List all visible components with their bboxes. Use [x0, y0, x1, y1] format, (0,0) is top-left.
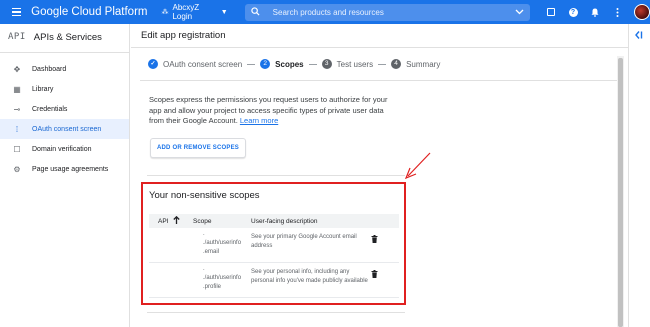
right-panel [628, 24, 650, 327]
notifications-icon[interactable] [590, 7, 600, 17]
step-number: 2 [260, 59, 271, 69]
top-bar: Google Cloud Platform ⁂ AbcxyZ Login ▼ S… [0, 0, 650, 24]
expand-panel-icon[interactable] [634, 30, 644, 43]
table-header: API Scope User-facing description [149, 214, 399, 228]
sidebar-title: APIs & Services [33, 31, 102, 43]
key-icon: ⊸ [13, 104, 21, 114]
step-label: Scopes [275, 59, 304, 69]
project-name: AbcxyZ Login [172, 3, 200, 21]
step-separator [378, 63, 387, 65]
cell-api [149, 263, 189, 297]
step-test-users[interactable]: 3 Test users [321, 59, 374, 69]
add-or-remove-scopes-button[interactable]: ADD OR REMOVE SCOPES [150, 138, 246, 158]
verification-icon: ☐ [13, 144, 21, 154]
sidebar-item-label: Dashboard [32, 65, 67, 73]
scopes-section-title: Your non-sensitive scopes [149, 190, 260, 201]
scopes-table: API Scope User-facing description . ./au… [149, 214, 399, 298]
menu-icon[interactable] [12, 7, 22, 17]
step-check-icon: ✓ [148, 59, 158, 69]
sidebar-item-page-usage-agreements[interactable]: ⚙ Page usage agreements [0, 159, 129, 179]
step-separator [247, 63, 256, 65]
scrollbar-thumb[interactable] [618, 58, 623, 327]
sidebar-item-credentials[interactable]: ⊸ Credentials [0, 99, 129, 119]
consent-icon: ⁞ [15, 124, 19, 134]
learn-more-link[interactable]: Learn more [240, 116, 278, 125]
table-row: . ./auth/userinfo .profile See your pers… [149, 263, 399, 298]
sidebar-header: API APIs & Services [0, 24, 129, 50]
step-label: Test users [336, 59, 374, 69]
scopes-description: Scopes express the permissions you reque… [149, 95, 388, 125]
scopes-content: Scopes express the permissions you reque… [140, 80, 621, 327]
sidebar-item-label: Page usage agreements [32, 165, 109, 173]
cell-description: See your primary Google Account email ad… [251, 234, 357, 249]
cell-api [149, 228, 189, 262]
page-title: Edit app registration [131, 24, 628, 48]
help-icon[interactable]: ? [568, 7, 578, 17]
column-header-description: User-facing description [251, 217, 318, 225]
more-vert-icon[interactable] [612, 7, 622, 17]
step-summary[interactable]: 4 Summary [391, 59, 440, 69]
stepper: ✓ OAuth consent screen 2 Scopes 3 Test u… [131, 48, 628, 80]
delete-icon[interactable] [371, 263, 391, 297]
api-logo: API [8, 32, 26, 42]
cell-description: See your personal info, including any pe… [251, 269, 368, 284]
library-icon: ▦ [13, 84, 21, 94]
search-bar[interactable]: Search products and resources [244, 3, 530, 21]
column-header-api[interactable]: API [149, 215, 189, 226]
dashboard-icon: ✥ [13, 64, 21, 74]
non-sensitive-scopes-section: Your non-sensitive scopes API Scope User… [141, 182, 406, 305]
main-content: Edit app registration ✓ OAuth consent sc… [131, 24, 628, 327]
column-header-scope: Scope [193, 217, 212, 225]
avatar[interactable] [634, 4, 650, 20]
step-label: OAuth consent screen [163, 59, 243, 69]
step-oauth-consent-screen[interactable]: ✓ OAuth consent screen [148, 59, 242, 69]
cloud-shell-icon[interactable] [546, 7, 556, 17]
step-number: 4 [391, 59, 402, 69]
caret-down-icon: ▼ [220, 8, 228, 16]
table-row: . ./auth/userinfo .email See your primar… [149, 228, 399, 263]
step-label: Summary [406, 59, 441, 69]
sidebar-item-label: OAuth consent screen [32, 125, 102, 133]
step-scopes[interactable]: 2 Scopes [260, 59, 304, 69]
step-separator [308, 63, 317, 65]
cell-scope: . ./auth/userinfo .profile [203, 266, 242, 290]
delete-icon[interactable] [371, 228, 391, 262]
sidebar-item-domain-verification[interactable]: ☐ Domain verification [0, 139, 129, 159]
sidebar-item-library[interactable]: ▦ Library [0, 79, 129, 99]
project-selector[interactable]: ⁂ AbcxyZ Login ▼ [161, 3, 227, 21]
settings-icon: ⚙ [13, 164, 21, 174]
sidebar-item-label: Domain verification [32, 145, 92, 153]
divider [147, 175, 405, 176]
brand-title[interactable]: Google Cloud Platform [31, 6, 147, 18]
top-icons: ? [546, 4, 650, 20]
sort-arrow-up-icon[interactable] [173, 215, 181, 226]
chevron-down-icon[interactable] [515, 8, 524, 17]
sidebar-item-label: Credentials [32, 105, 68, 113]
search-icon [250, 6, 261, 18]
cell-scope: . ./auth/userinfo .email [203, 231, 242, 255]
sidebar-item-oauth-consent-screen[interactable]: ⁞ OAuth consent screen [0, 119, 129, 139]
step-number: 3 [321, 59, 332, 69]
sidebar-item-label: Library [32, 85, 54, 93]
project-icon: ⁂ [161, 9, 169, 16]
sidebar: API APIs & Services ✥ Dashboard ▦ Librar… [0, 24, 130, 327]
divider [147, 312, 405, 313]
search-input[interactable]: Search products and resources [273, 8, 515, 17]
sidebar-item-dashboard[interactable]: ✥ Dashboard [0, 59, 129, 79]
